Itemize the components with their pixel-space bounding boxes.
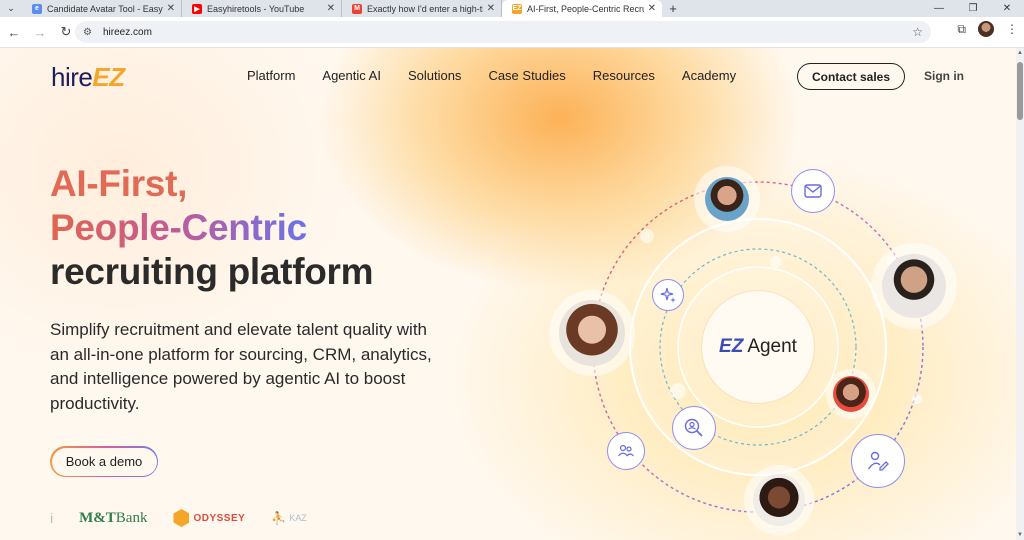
ez-icon: EZ: [512, 3, 522, 14]
avatar-node: [826, 369, 876, 419]
odyssey-logo-text: ODYSSEY: [193, 512, 246, 524]
kaz-logo-text: KAZ: [289, 513, 307, 523]
partial-logo: i: [50, 510, 54, 526]
browser-tab-active[interactable]: EZ AI-First, People-Centric Recruiti ✕: [502, 0, 662, 17]
nav-solutions[interactable]: Solutions: [408, 68, 461, 83]
tab-title: Easyhiretools - YouTube: [207, 3, 305, 14]
users-glyph: [618, 444, 634, 457]
tab-search-icon[interactable]: ⌄: [0, 0, 22, 17]
avatar-woman-2: [559, 300, 625, 366]
avatar-man: [882, 254, 946, 318]
ez-mark: EZ: [719, 336, 744, 357]
browser-tab[interactable]: ▶ Easyhiretools - YouTube ✕: [182, 0, 342, 17]
close-tab-icon[interactable]: ✕: [648, 3, 656, 14]
sparkle-glyph: [660, 287, 676, 303]
mt-bank-logo: M&TBank: [79, 510, 147, 527]
user-edit-glyph: [867, 451, 889, 471]
browser-tab-strip: ⌄ e Candidate Avatar Tool - Easy Hi ✕ ▶ …: [0, 0, 1024, 17]
close-window-icon[interactable]: ✕: [990, 0, 1024, 17]
logo-hire: hire: [51, 62, 93, 92]
scroll-down-icon[interactable]: ▼: [1017, 532, 1023, 538]
close-tab-icon[interactable]: ✕: [327, 3, 335, 14]
orbit-dot: [670, 383, 686, 399]
book-demo-button[interactable]: Book a demo: [50, 446, 158, 477]
minimize-icon[interactable]: —: [922, 0, 956, 17]
kaz-people-icon: ⛹: [271, 511, 287, 525]
profile-avatar[interactable]: [978, 21, 994, 37]
close-tab-icon[interactable]: ✕: [487, 3, 495, 14]
hero-title-line-1: AI-First,: [50, 163, 188, 204]
odyssey-hex-icon: [173, 509, 190, 527]
hireez-logo[interactable]: hireEZ: [51, 62, 125, 93]
site-info-icon[interactable]: ⚙: [83, 27, 97, 38]
hireez-icon: e: [32, 3, 42, 14]
mail-glyph: [804, 184, 822, 198]
scroll-up-icon[interactable]: ▲: [1017, 50, 1023, 56]
browser-tab[interactable]: e Candidate Avatar Tool - Easy Hi ✕: [22, 0, 182, 17]
url-text[interactable]: hireez.com: [103, 27, 912, 38]
avatar-woman-4: [753, 474, 805, 526]
hero-subtitle: Simplify recruitment and elevate talent …: [50, 320, 432, 413]
gmail-icon: M: [352, 3, 362, 14]
avatar-node: [549, 290, 635, 376]
mail-icon: [791, 169, 835, 213]
bookmark-star-icon[interactable]: ☆: [912, 25, 923, 39]
ez-agent-hub: EZ Agent: [702, 291, 814, 403]
orbit-dot: [912, 394, 922, 404]
odyssey-logo: ODYSSEY: [173, 509, 245, 527]
hero-title-line-3: recruiting platform: [50, 251, 374, 292]
user-edit-icon: [851, 434, 905, 488]
main-nav: Platform Agentic AI Solutions Case Studi…: [247, 68, 763, 83]
forward-icon[interactable]: →: [28, 20, 52, 44]
users-icon: [607, 432, 645, 470]
back-icon[interactable]: ←: [2, 20, 26, 44]
nav-academy[interactable]: Academy: [682, 68, 736, 83]
nav-platform[interactable]: Platform: [247, 68, 295, 83]
mt-bank-logo-bold: M&T: [79, 509, 116, 526]
avatar-node: [744, 465, 814, 535]
sign-in-link[interactable]: Sign in: [924, 69, 964, 83]
hero-title-line-2: People-Centric: [50, 207, 307, 248]
mt-bank-logo-rest: Bank: [115, 509, 148, 526]
page-scrollbar[interactable]: ▲ ▼: [1016, 48, 1024, 540]
customer-logos: i M&TBank ODYSSEY ⛹ KAZ: [50, 508, 307, 528]
tab-title: AI-First, People-Centric Recruiti: [527, 3, 644, 14]
menu-kebab-icon[interactable]: ⋮: [1006, 22, 1018, 36]
browser-toolbar: ← → ↻ ⚙ hireez.com ☆ ⧉ ⋮: [0, 17, 1024, 48]
tab-title: Candidate Avatar Tool - Easy Hi: [47, 3, 163, 14]
restore-icon[interactable]: ❐: [956, 0, 990, 17]
search-person-icon: [672, 406, 716, 450]
address-bar[interactable]: ⚙ hireez.com ☆: [75, 21, 931, 43]
avatar-node: [871, 243, 957, 329]
contact-sales-button[interactable]: Contact sales: [797, 63, 905, 90]
kaz-logo: ⛹ KAZ: [271, 511, 306, 525]
close-tab-icon[interactable]: ✕: [167, 3, 175, 14]
window-controls: — ❐ ✕: [922, 0, 1024, 17]
logo-ez: EZ: [92, 62, 125, 92]
youtube-icon: ▶: [192, 3, 202, 14]
scrollbar-thumb[interactable]: [1017, 62, 1023, 120]
avatar-node: [694, 166, 760, 232]
orbit-dot: [770, 256, 782, 268]
nav-case-studies[interactable]: Case Studies: [488, 68, 565, 83]
browser-tab[interactable]: M Exactly how I'd enter a high-tick ✕: [342, 0, 502, 17]
tab-title: Exactly how I'd enter a high-tick: [367, 3, 483, 14]
extensions-icon[interactable]: ⧉: [957, 22, 966, 37]
avatar-woman-3: [833, 376, 869, 412]
nav-resources[interactable]: Resources: [593, 68, 655, 83]
new-tab-icon[interactable]: +: [662, 0, 684, 17]
agent-label: Agent: [747, 336, 797, 357]
orbit-dot: [640, 229, 654, 243]
search-person-glyph: [684, 418, 703, 437]
webpage: hireEZ Platform Agentic AI Solutions Cas…: [0, 48, 1016, 540]
book-demo-label: Book a demo: [51, 447, 157, 476]
avatar-woman-1: [705, 177, 749, 221]
nav-agentic-ai[interactable]: Agentic AI: [322, 68, 381, 83]
sparkle-icon: [652, 279, 684, 311]
